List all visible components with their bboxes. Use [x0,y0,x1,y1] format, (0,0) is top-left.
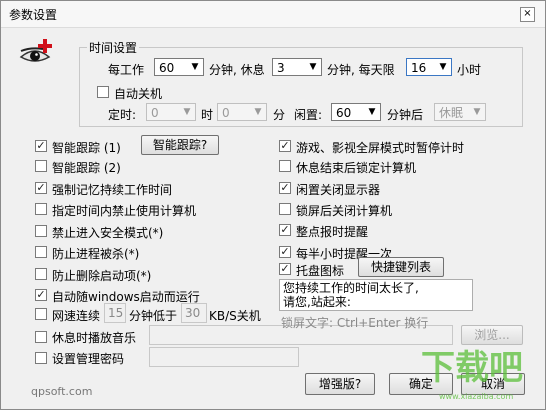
chevron-down-icon: ▼ [473,107,481,117]
left-option-checkbox[interactable] [35,182,47,194]
smart-track-help-button[interactable]: 智能跟踪? [141,135,219,155]
chevron-down-icon: ▼ [254,107,262,117]
left-option-checkbox[interactable] [35,160,47,172]
right-option-checkbox[interactable] [279,160,291,172]
right-option-label: 托盘图标 [296,264,345,278]
time-settings-label: 时间设置 [87,39,140,56]
left-option-checkbox[interactable] [35,225,47,237]
chevron-down-icon: ▼ [309,62,317,72]
right-option-label: 整点报时提醒 [296,225,369,239]
hour-unit-label: 时 [201,108,214,122]
lock-text-hint: 锁屏文字: Ctrl+Enter 换行 [281,316,429,330]
close-button[interactable]: × [520,7,535,22]
left-option-label: 指定时间内禁止使用计算机 [52,204,197,218]
right-option-checkbox[interactable] [279,203,291,215]
chevron-down-icon: ▼ [439,62,447,72]
shutdown-hour-select[interactable]: 0 ▼ [146,103,196,121]
left-option-label: 智能跟踪 (1) [52,141,121,155]
admin-password-label: 设置管理密码 [52,352,125,366]
left-option-label: 防止删除启动项(*) [52,269,152,283]
daily-limit-label: 分钟, 每天限 [327,63,395,77]
site-link[interactable]: qpsoft.com [31,385,92,398]
work-prefix-label: 每工作 [108,63,145,77]
net-speed-mid-label: 分钟低于 [129,309,178,323]
net-speed-minutes-input[interactable]: 15 [104,303,126,323]
hours-label: 小时 [457,63,482,77]
window-title: 参数设置 [9,8,58,22]
watermark-url: www.xiazaiba.com [439,392,513,401]
right-option-checkbox[interactable] [279,182,291,194]
rest-music-label: 休息时播放音乐 [52,331,137,345]
idle-after-label: 分钟后 [387,108,424,122]
shutdown-minute-select[interactable]: 0 ▼ [217,103,267,121]
left-option-label: 防止进程被杀(*) [52,247,140,261]
left-option-checkbox[interactable] [35,140,47,152]
net-speed-suffix-label: KB/S关机 [209,309,261,323]
left-option-label: 禁止进入安全模式(*) [52,226,164,240]
lock-message-textarea[interactable]: 您持续工作的时间太长了, 请您,站起来: [279,279,473,311]
admin-password-input[interactable] [149,347,299,367]
idle-label: 闲置: [294,108,323,122]
right-option-checkbox[interactable] [279,224,291,236]
rest-label: 分钟, 休息 [209,63,265,77]
left-option-checkbox[interactable] [35,246,47,258]
chevron-down-icon: ▼ [191,62,199,72]
chevron-down-icon: ▼ [368,107,376,117]
scheduled-label: 定时: [108,108,137,122]
net-speed-kb-input[interactable]: 30 [181,303,207,323]
right-option-label: 闲置关闭显示器 [296,183,381,197]
chevron-down-icon: ▼ [183,107,191,117]
idle-action-select[interactable]: 休眠 ▼ [434,103,486,121]
right-option-checkbox[interactable] [279,140,291,152]
idle-minutes-select[interactable]: 60 ▼ [331,103,381,121]
right-option-label: 休息结束后锁定计算机 [296,161,417,175]
daily-hours-select[interactable]: 16 ▼ [406,58,452,76]
net-speed-checkbox[interactable] [35,308,47,320]
left-option-checkbox[interactable] [35,268,47,280]
admin-password-checkbox[interactable] [35,352,47,364]
rest-music-checkbox[interactable] [35,331,47,343]
left-option-checkbox[interactable] [35,289,47,301]
enhanced-version-button[interactable]: 增强版? [305,373,375,395]
right-option-checkbox[interactable] [279,263,291,275]
watermark-text: 下载吧 [421,348,523,388]
eye-logo-icon [19,37,55,69]
right-option-label: 游戏、影视全屏模式时暂停计时 [296,141,465,155]
auto-shutdown-checkbox[interactable] [97,86,109,98]
title-bar: 参数设置 × [1,1,545,28]
net-speed-prefix-label: 网速连续 [52,309,101,323]
right-option-checkbox[interactable] [279,246,291,258]
auto-shutdown-label: 自动关机 [114,87,163,101]
rest-minutes-select[interactable]: 3 ▼ [272,58,322,76]
shortcut-list-button[interactable]: 快捷键列表 [358,257,444,277]
work-minutes-select[interactable]: 60 ▼ [154,58,204,76]
left-option-label: 智能跟踪 (2) [52,161,121,175]
minute-unit-label: 分 [273,108,286,122]
right-option-label: 锁屏后关闭计算机 [296,204,393,218]
settings-window: 参数设置 × 时间设置 每工作 60 ▼ 分钟, 休息 3 ▼ 分钟, 每天限 16… [0,0,546,410]
left-option-label: 强制记忆持续工作时间 [52,183,173,197]
download-watermark: 下载吧 www.xiazaiba.com [421,348,523,401]
left-option-checkbox[interactable] [35,203,47,215]
